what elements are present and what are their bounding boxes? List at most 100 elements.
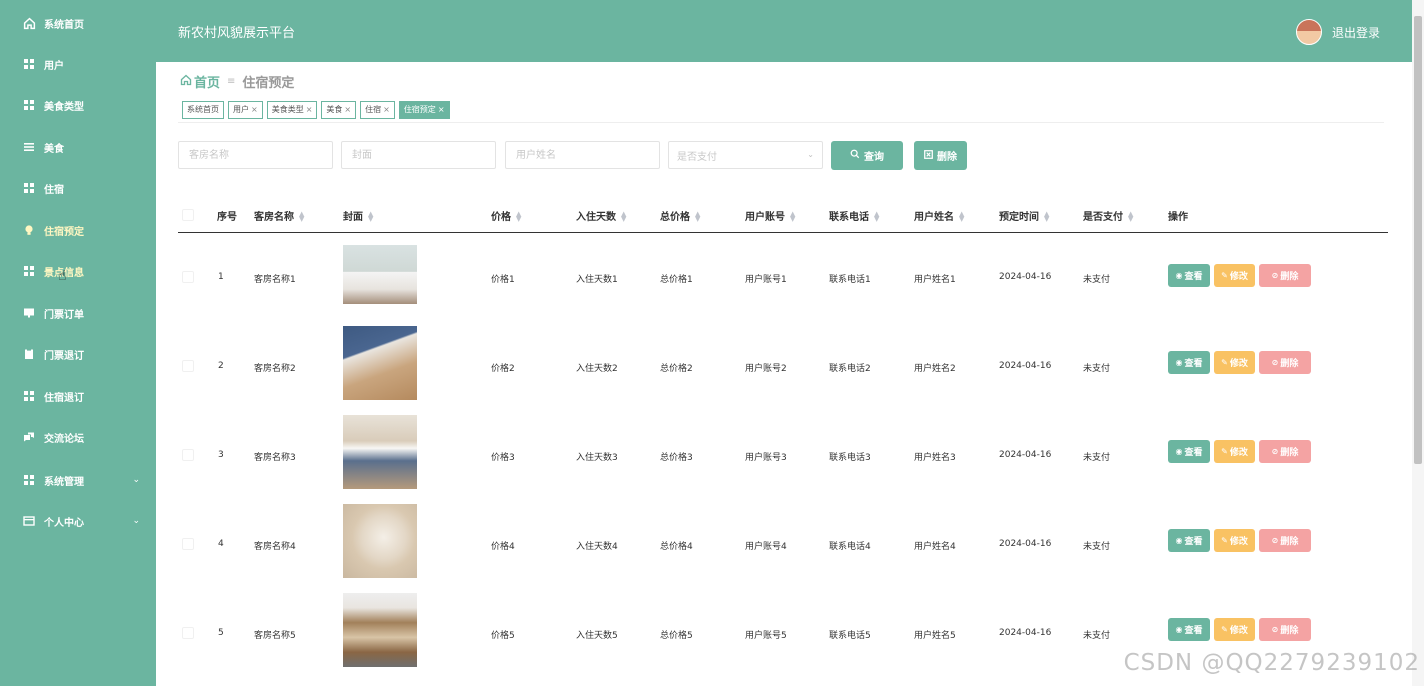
sidebar-item-ticket-orders[interactable]: 门票订单 <box>0 298 156 328</box>
sidebar-item-food-type[interactable]: 美食类型 <box>0 90 156 120</box>
cell-paid: 未支付 <box>1083 364 1111 374</box>
sort-icon[interactable]: ▲ ▼ <box>516 211 521 223</box>
delete-button[interactable]: ⊘ 删除 <box>1259 351 1311 374</box>
scrollbar-thumb[interactable] <box>1414 16 1422 464</box>
cell-days: 入住天数2 <box>576 364 618 374</box>
view-button[interactable]: ◉ 查看 <box>1168 440 1210 463</box>
user-name-input[interactable] <box>505 141 660 169</box>
cell-user: 用户姓名5 <box>914 631 956 641</box>
tag-system-home[interactable]: 系统首页 <box>182 101 224 119</box>
cover-image[interactable] <box>343 415 417 489</box>
col-room[interactable]: 客房名称 ▲ ▼ <box>254 208 304 224</box>
table-header: 序号 客房名称 ▲ ▼ 封面 ▲ ▼ 价格 ▲ ▼ 入住天数 ▲ ▼ 总价格 ▲ ▼ 用户账号 ▲ ▼ … <box>178 198 1388 233</box>
edit-label: 修改 <box>1229 272 1248 282</box>
cell-user: 用户姓名4 <box>914 542 956 552</box>
col-time[interactable]: 预定时间 ▲ ▼ <box>999 208 1049 224</box>
sort-icon[interactable]: ▲ ▼ <box>695 211 700 223</box>
sort-icon[interactable]: ▲ ▼ <box>368 211 373 223</box>
col-paid-label: 是否支付 <box>1083 212 1123 223</box>
view-button[interactable]: ◉ 查看 <box>1168 529 1210 552</box>
tag-lodging-booking[interactable]: 住宿预定 × <box>398 101 450 119</box>
select-all-checkbox[interactable] <box>182 209 194 221</box>
sort-icon[interactable]: ▲ ▼ <box>621 211 626 223</box>
logout-link[interactable]: 退出登录 <box>1332 24 1380 41</box>
cover-image[interactable] <box>343 593 417 667</box>
eye-icon: ◉ <box>1175 447 1183 456</box>
edit-button[interactable]: ✎ 修改 <box>1214 529 1255 552</box>
sort-icon[interactable]: ▲ ▼ <box>874 211 879 223</box>
breadcrumb-home[interactable]: 首页 <box>180 72 220 91</box>
col-phone[interactable]: 联系电话 ▲ ▼ <box>829 208 879 224</box>
batch-delete-button[interactable]: 删除 <box>914 141 967 170</box>
sort-icon[interactable]: ▲ ▼ <box>1044 211 1049 223</box>
tag-food[interactable]: 美食 × <box>321 101 357 119</box>
edit-button[interactable]: ✎ 修改 <box>1214 618 1255 641</box>
close-icon[interactable]: × <box>251 102 258 118</box>
edit-button[interactable]: ✎ 修改 <box>1214 440 1255 463</box>
delete-icon: ⊘ <box>1271 447 1279 456</box>
monitor-icon <box>22 306 36 320</box>
col-cover[interactable]: 封面 ▲ ▼ <box>343 208 373 224</box>
tag-food-type[interactable]: 美食类型 × <box>266 101 318 119</box>
avatar[interactable] <box>1296 19 1322 45</box>
sidebar-item-lodging[interactable]: 住宿 <box>0 173 156 203</box>
sort-icon[interactable]: ▲ ▼ <box>299 211 304 223</box>
edit-button[interactable]: ✎ 修改 <box>1214 351 1255 374</box>
sidebar-item-system-management[interactable]: 系统管理 ⌄ <box>0 465 156 495</box>
col-user[interactable]: 用户姓名 ▲ ▼ <box>914 208 964 224</box>
sort-icon[interactable]: ▲ ▼ <box>959 211 964 223</box>
tag-lodging[interactable]: 住宿 × <box>360 101 395 119</box>
col-price[interactable]: 价格 ▲ ▼ <box>491 208 521 224</box>
cell-phone: 联系电话1 <box>829 275 871 285</box>
close-icon[interactable]: × <box>438 102 445 118</box>
row-checkbox[interactable] <box>182 360 194 372</box>
room-name-input[interactable] <box>178 141 333 169</box>
view-button[interactable]: ◉ 查看 <box>1168 618 1210 641</box>
col-account[interactable]: 用户账号 ▲ ▼ <box>745 208 795 224</box>
row-checkbox[interactable] <box>182 449 194 461</box>
sidebar-item-food[interactable]: 美食 <box>0 132 156 162</box>
col-paid[interactable]: 是否支付 ▲ ▼ <box>1083 208 1133 224</box>
tag-label: 住宿预定 <box>403 105 436 114</box>
cover-input[interactable] <box>341 141 496 169</box>
delete-button[interactable]: ⊘ 删除 <box>1259 264 1311 287</box>
cell-total: 总价格4 <box>660 542 693 552</box>
row-checkbox[interactable] <box>182 271 194 283</box>
row-checkbox[interactable] <box>182 538 194 550</box>
sidebar-item-personal-center[interactable]: 个人中心 ⌄ <box>0 506 156 536</box>
row-checkbox[interactable] <box>182 627 194 639</box>
cover-image[interactable] <box>343 504 417 578</box>
tag-users[interactable]: 用户 × <box>228 101 263 119</box>
cover-image[interactable] <box>343 245 417 304</box>
sidebar-item-label: 住宿预定 <box>44 226 84 238</box>
close-icon[interactable]: × <box>344 102 351 118</box>
view-button[interactable]: ◉ 查看 <box>1168 351 1210 374</box>
page-scrollbar[interactable] <box>1412 0 1424 686</box>
delete-button[interactable]: ⊘ 删除 <box>1259 529 1311 552</box>
sidebar-item-ticket-refund[interactable]: 门票退订 <box>0 339 156 369</box>
sort-icon[interactable]: ▲ ▼ <box>790 211 795 223</box>
divider <box>178 122 1384 123</box>
cell-phone: 联系电话4 <box>829 542 871 552</box>
col-total[interactable]: 总价格 ▲ ▼ <box>660 208 700 224</box>
sort-icon[interactable]: ▲ ▼ <box>1128 211 1133 223</box>
query-button[interactable]: 查询 <box>831 141 903 170</box>
edit-icon: ✎ <box>1221 271 1228 280</box>
cover-image[interactable] <box>343 326 417 400</box>
sidebar-item-users[interactable]: 用户 <box>0 49 156 79</box>
view-button[interactable]: ◉ 查看 <box>1168 264 1210 287</box>
delete-button[interactable]: ⊘ 删除 <box>1259 618 1311 641</box>
delete-button[interactable]: ⊘ 删除 <box>1259 440 1311 463</box>
sidebar-item-scenic-info[interactable]: 景点信息 <box>0 256 156 286</box>
close-icon[interactable]: × <box>383 102 390 118</box>
sidebar-item-forum[interactable]: 交流论坛 <box>0 422 156 452</box>
close-icon[interactable]: × <box>306 102 313 118</box>
sidebar-item-home[interactable]: 系统首页 <box>0 8 156 38</box>
edit-button[interactable]: ✎ 修改 <box>1214 264 1255 287</box>
paid-select[interactable]: 是否支付 ⌄ <box>668 141 823 169</box>
sidebar-item-lodging-booking[interactable]: 住宿预定 <box>0 215 156 245</box>
sidebar-item-lodging-refund[interactable]: 住宿退订 <box>0 381 156 411</box>
col-days[interactable]: 入住天数 ▲ ▼ <box>576 208 626 224</box>
cell-room: 客房名称3 <box>254 453 296 463</box>
col-total-label: 总价格 <box>660 212 690 223</box>
